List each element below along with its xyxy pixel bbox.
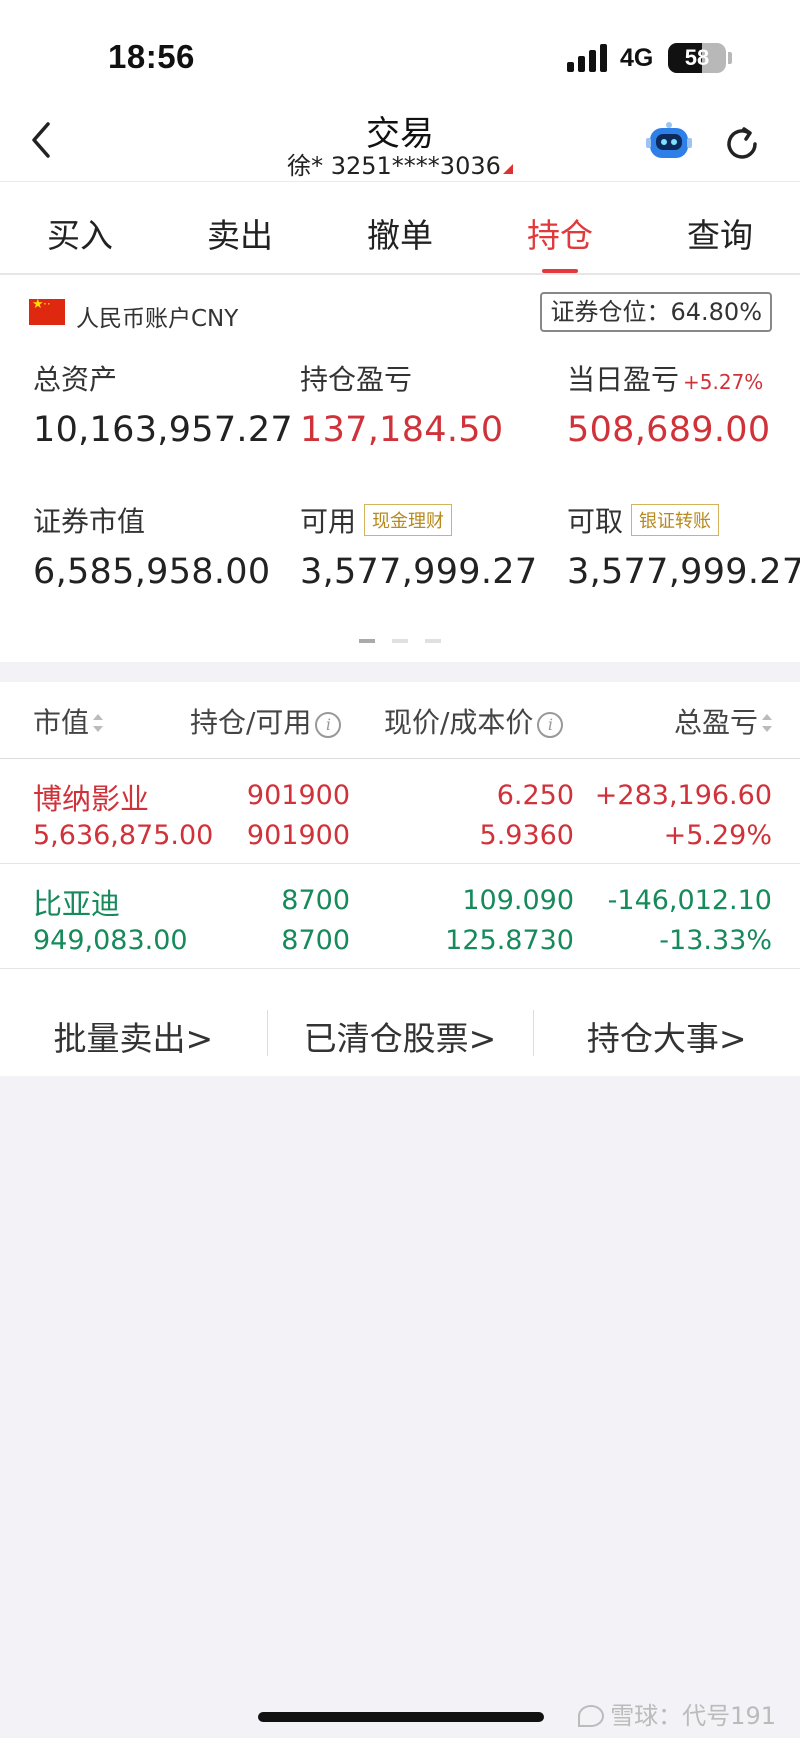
page-dot-1 bbox=[359, 639, 375, 643]
available-value: 3,577,999.27 bbox=[300, 552, 538, 592]
header-total-pnl-label: 总盈亏 bbox=[673, 706, 758, 739]
daily-pnl: 当日盈亏 +5.27% 508,689.00 bbox=[567, 358, 800, 450]
stock-name: 比亚迪 bbox=[33, 887, 121, 921]
stock-pnl-pct: +5.29% bbox=[663, 820, 772, 851]
nav-bar: 交易 徐* 3251****3036 bbox=[0, 100, 800, 182]
stock-market-value: 5,636,875.00 bbox=[33, 820, 214, 851]
watermark: 雪球：代号191 bbox=[578, 1696, 776, 1731]
total-assets-value: 10,163,957.27 bbox=[33, 410, 293, 450]
stock-market-value: 949,083.00 bbox=[33, 925, 188, 956]
sort-icon bbox=[93, 714, 104, 732]
header-price[interactable]: 现价/成本价 i bbox=[384, 701, 564, 741]
account-currency-label: 人民币账户CNY bbox=[76, 306, 239, 332]
battery-icon: 58 bbox=[668, 43, 726, 73]
tab-query[interactable]: 查询 bbox=[640, 183, 800, 273]
holding-row-byd[interactable]: 比亚迪 949,083.00 8700 8700 109.090 125.873… bbox=[0, 865, 800, 969]
page-indicator bbox=[359, 639, 449, 645]
info-icon[interactable]: i bbox=[537, 712, 564, 738]
holding-actions: 批量卖出> 已清仓股票> 持仓大事> bbox=[0, 968, 800, 1068]
stock-pnl: -146,012.10 bbox=[607, 885, 772, 916]
dropdown-triangle-icon bbox=[502, 164, 513, 174]
section-divider bbox=[0, 662, 800, 682]
stock-pnl-pct: -13.33% bbox=[659, 925, 772, 956]
stock-position: 8700 bbox=[281, 885, 350, 916]
header-position[interactable]: 持仓/可用 i bbox=[190, 701, 342, 741]
withdrawable-label: 可取 bbox=[567, 505, 624, 538]
daily-pnl-label: 当日盈亏 bbox=[567, 363, 680, 396]
page-dot-3 bbox=[425, 639, 441, 643]
position-pnl-value: 137,184.50 bbox=[300, 410, 504, 450]
total-assets: 总资产 10,163,957.27 bbox=[33, 358, 293, 450]
market-value-value: 6,585,958.00 bbox=[33, 552, 271, 592]
daily-pnl-value: 508,689.00 bbox=[567, 410, 771, 450]
stock-available: 8700 bbox=[281, 925, 350, 956]
holding-row-bona[interactable]: 博纳影业 5,636,875.00 901900 901900 6.250 5.… bbox=[0, 760, 800, 864]
bank-transfer-button[interactable]: 银证转账 bbox=[631, 504, 720, 536]
stock-name: 博纳影业 bbox=[33, 782, 150, 816]
cash-management-button[interactable]: 现金理财 bbox=[364, 504, 453, 536]
account-number: 徐* 3251****3036 bbox=[287, 152, 501, 180]
daily-pnl-pct: +5.27% bbox=[683, 370, 764, 394]
stock-available: 901900 bbox=[246, 820, 350, 851]
market-value-label: 证券市值 bbox=[33, 505, 146, 538]
header-market-value-label: 市值 bbox=[33, 706, 90, 739]
header-market-value[interactable]: 市值 bbox=[33, 701, 104, 741]
china-flag-icon bbox=[29, 297, 65, 325]
tab-cancel-order[interactable]: 撤单 bbox=[320, 183, 480, 273]
total-assets-label: 总资产 bbox=[33, 363, 118, 396]
withdrawable-funds: 可取 银证转账 3,577,999.27 bbox=[567, 500, 800, 592]
account-row: 人民币账户CNY 证券仓位：64.80% bbox=[0, 290, 800, 340]
stock-price: 109.090 bbox=[462, 885, 574, 916]
stock-cost: 125.8730 bbox=[445, 925, 574, 956]
position-ratio-badge: 证券仓位：64.80% bbox=[540, 292, 772, 332]
home-indicator[interactable] bbox=[258, 1712, 544, 1722]
signal-icon bbox=[567, 44, 609, 72]
battery-tip bbox=[728, 52, 732, 64]
info-icon[interactable]: i bbox=[315, 712, 342, 738]
page-dot-2 bbox=[392, 639, 408, 643]
robot-assistant-icon[interactable] bbox=[646, 122, 692, 162]
holdings-table-header: 市值 持仓/可用 i 现价/成本价 i 总盈亏 bbox=[0, 683, 800, 759]
available-label: 可用 bbox=[300, 505, 357, 538]
stock-position: 901900 bbox=[246, 780, 350, 811]
available-funds: 可用 现金理财 3,577,999.27 bbox=[300, 500, 560, 592]
watermark-text: 雪球：代号191 bbox=[610, 1702, 776, 1730]
stock-pnl: +283,196.60 bbox=[594, 780, 772, 811]
cleared-stocks-button[interactable]: 已清仓股票> bbox=[266, 968, 534, 1068]
status-bar: 18:56 4G 58 bbox=[0, 0, 800, 110]
header-position-label: 持仓/可用 bbox=[190, 706, 312, 739]
xueqiu-logo-icon bbox=[578, 1705, 605, 1727]
refresh-icon[interactable] bbox=[722, 124, 762, 164]
position-pnl: 持仓盈亏 137,184.50 bbox=[300, 358, 560, 450]
position-pnl-label: 持仓盈亏 bbox=[300, 363, 413, 396]
market-value: 证券市值 6,585,958.00 bbox=[33, 500, 293, 592]
batch-sell-button[interactable]: 批量卖出> bbox=[0, 968, 267, 1068]
withdrawable-value: 3,577,999.27 bbox=[567, 552, 800, 592]
stock-cost: 5.9360 bbox=[479, 820, 574, 851]
header-total-pnl[interactable]: 总盈亏 bbox=[674, 701, 772, 741]
network-type: 4G bbox=[620, 44, 654, 72]
header-price-label: 现价/成本价 bbox=[384, 706, 534, 739]
tab-positions[interactable]: 持仓 bbox=[480, 183, 640, 273]
tab-buy[interactable]: 买入 bbox=[0, 183, 160, 273]
battery-level: 58 bbox=[684, 45, 710, 70]
status-time: 18:56 bbox=[108, 38, 195, 75]
sort-icon bbox=[762, 714, 772, 732]
trade-tabs: 买入 卖出 撤单 持仓 查询 bbox=[0, 183, 800, 275]
tab-sell[interactable]: 卖出 bbox=[160, 183, 320, 273]
stock-price: 6.250 bbox=[496, 780, 574, 811]
position-events-button[interactable]: 持仓大事> bbox=[533, 968, 800, 1068]
